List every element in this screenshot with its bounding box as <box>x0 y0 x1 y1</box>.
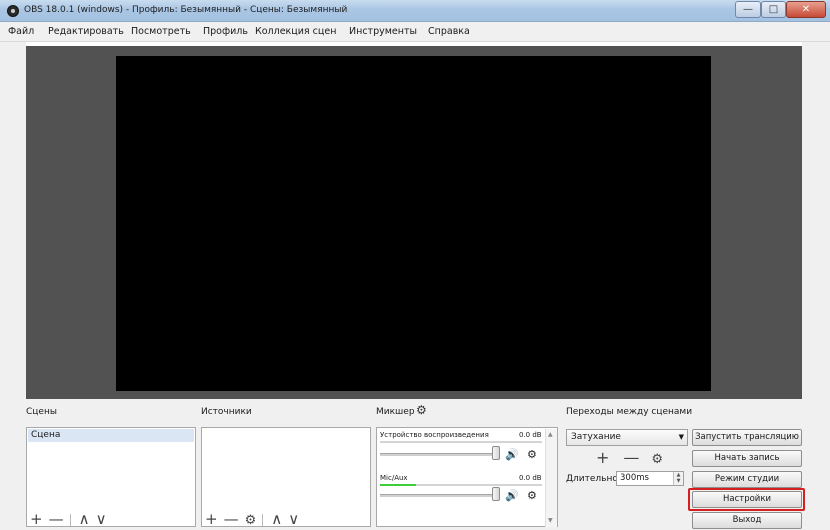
menu-edit[interactable]: Редактировать <box>48 26 124 37</box>
add-source-icon[interactable]: + <box>205 510 218 528</box>
maximize-icon: □ <box>768 4 779 15</box>
studio-mode-button[interactable]: Режим студии <box>692 471 802 488</box>
menu-profile[interactable]: Профиль <box>203 26 248 37</box>
volume-meter <box>380 441 542 443</box>
scroll-up-icon[interactable]: ▲ <box>548 431 553 438</box>
scenes-toolbar: + — ∧ ∨ <box>30 510 113 528</box>
duration-spinner-icon[interactable]: ▲ ▼ <box>673 472 683 485</box>
speaker-icon[interactable]: 🔊 <box>505 490 519 502</box>
maximize-button[interactable]: □ <box>761 1 786 18</box>
transition-select-value: Затухание <box>571 432 621 442</box>
menu-bar: Файл Редактировать Посмотреть Профиль Ко… <box>0 22 830 42</box>
title-bar: OBS 18.0.1 (windows) - Профиль: Безымянн… <box>0 0 830 22</box>
mixer-channel-name: Устройство воспроизведения <box>380 431 489 439</box>
mixer-gear-icon[interactable]: ⚙ <box>416 404 428 416</box>
volume-slider-track[interactable] <box>380 453 496 456</box>
move-scene-down-icon[interactable]: ∨ <box>96 510 107 528</box>
volume-slider-handle[interactable] <box>492 446 500 460</box>
start-recording-button[interactable]: Начать запись <box>692 450 802 467</box>
remove-scene-icon[interactable]: — <box>49 510 64 528</box>
menu-help[interactable]: Справка <box>428 26 470 37</box>
remove-transition-icon[interactable]: — <box>623 448 639 467</box>
transition-gear-icon[interactable]: ⚙ <box>651 452 663 467</box>
menu-tools[interactable]: Инструменты <box>349 26 417 37</box>
mixer-title: Микшер <box>376 407 415 417</box>
close-button[interactable]: ✕ <box>786 1 826 18</box>
duration-value: 300ms <box>620 473 649 483</box>
channel-gear-icon[interactable]: ⚙ <box>527 449 537 461</box>
mixer-channel-db: 0.0 dB <box>519 474 542 482</box>
sources-toolbar: + — ⚙ ∧ ∨ <box>205 510 305 528</box>
add-transition-icon[interactable]: + <box>596 448 609 467</box>
dropdown-arrow-icon: ▼ <box>678 433 684 441</box>
move-source-up-icon[interactable]: ∧ <box>271 510 282 528</box>
obs-logo-icon <box>7 5 19 17</box>
sources-title: Источники <box>201 407 252 417</box>
transition-select[interactable]: Затухание ▼ <box>566 429 688 446</box>
mixer-scrollbar[interactable]: ▲ ▼ <box>545 429 557 527</box>
transitions-title: Переходы между сценами <box>566 407 693 417</box>
mixer-channel-db: 0.0 dB <box>519 431 542 439</box>
menu-scene-collection[interactable]: Коллекция сцен <box>255 26 336 37</box>
remove-source-icon[interactable]: — <box>224 510 239 528</box>
close-icon: ✕ <box>801 4 811 15</box>
volume-slider-track[interactable] <box>380 494 496 497</box>
transitions-toolbar: + — ⚙ <box>596 448 669 467</box>
volume-slider-handle[interactable] <box>492 487 500 501</box>
mixer-channel-name: Mic/Aux <box>380 474 408 482</box>
scenes-title: Сцены <box>26 407 57 417</box>
menu-view[interactable]: Посмотреть <box>131 26 191 37</box>
volume-meter-level <box>380 484 416 486</box>
add-scene-icon[interactable]: + <box>30 510 43 528</box>
move-source-down-icon[interactable]: ∨ <box>288 510 299 528</box>
right-margin <box>802 42 830 530</box>
toolbar-separator <box>262 513 264 526</box>
channel-gear-icon[interactable]: ⚙ <box>527 490 537 502</box>
volume-meter <box>380 484 542 486</box>
start-stream-button[interactable]: Запустить трансляцию <box>692 429 802 446</box>
preview-canvas[interactable] <box>116 56 711 391</box>
scroll-down-icon[interactable]: ▼ <box>548 517 553 524</box>
left-margin <box>0 42 26 530</box>
minimize-icon: — <box>743 4 753 15</box>
scene-item[interactable]: Сцена <box>28 429 194 442</box>
menu-file[interactable]: Файл <box>8 26 34 37</box>
exit-button[interactable]: Выход <box>692 512 802 529</box>
speaker-icon[interactable]: 🔊 <box>505 449 519 461</box>
source-properties-gear-icon[interactable]: ⚙ <box>245 513 257 528</box>
move-scene-up-icon[interactable]: ∧ <box>79 510 90 528</box>
duration-input[interactable]: 300ms ▲ ▼ <box>616 471 684 486</box>
window-title: OBS 18.0.1 (windows) - Профиль: Безымянн… <box>24 5 348 15</box>
settings-highlight-frame <box>688 488 805 511</box>
minimize-button[interactable]: — <box>735 1 761 18</box>
toolbar-separator <box>69 513 71 526</box>
